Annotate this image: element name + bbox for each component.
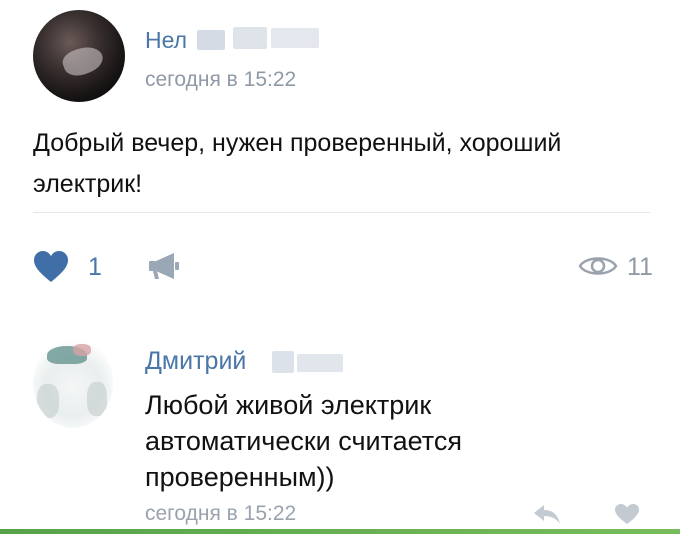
avatar-shape <box>87 382 107 416</box>
avatar-shape <box>37 384 59 418</box>
heart-icon[interactable] <box>33 250 69 284</box>
comment-author-avatar[interactable] <box>33 338 113 428</box>
comment-author-name-blur-2 <box>297 354 343 372</box>
post-author-avatar[interactable] <box>33 10 125 102</box>
comment-body-text: Любой живой электрик автоматически счита… <box>145 390 462 492</box>
post-divider <box>33 212 650 213</box>
post-author-name-blur-3 <box>271 28 319 48</box>
avatar-shape <box>73 344 91 356</box>
post-author-name[interactable]: Нел <box>145 25 187 55</box>
eye-icon <box>578 257 618 275</box>
megaphone-icon[interactable] <box>148 251 180 281</box>
reply-arrow-icon[interactable] <box>532 502 562 526</box>
view-count: 11 <box>627 253 653 281</box>
comment-author-name-text: Дмитрий <box>145 347 247 375</box>
comment-author-name[interactable]: Дмитрий <box>145 345 246 377</box>
post-timestamp[interactable]: сегодня в 15:22 <box>145 66 296 94</box>
comment-timestamp[interactable]: сегодня в 15:22 <box>145 500 296 528</box>
post-body-text: Добрый вечер, нужен проверенный, хороший… <box>33 129 562 198</box>
comment-author-name-blur-1 <box>272 351 294 373</box>
bottom-accent-bar <box>0 529 680 534</box>
like-count[interactable]: 1 <box>88 252 102 282</box>
heart-outline-icon[interactable] <box>614 503 640 525</box>
post-author-name-blur-1 <box>197 30 225 50</box>
post-author-name-text: Нел <box>145 27 188 53</box>
post-author-name-blur-2 <box>233 27 267 49</box>
